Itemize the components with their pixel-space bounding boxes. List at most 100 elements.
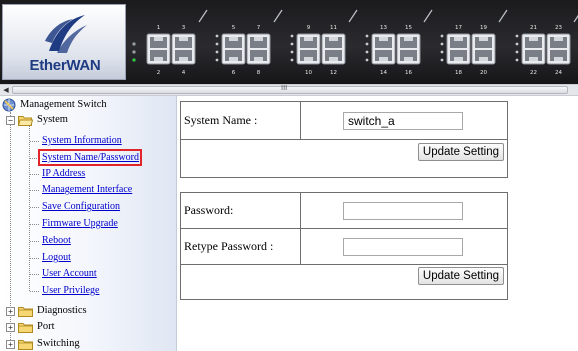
port-number-bottom: 24 [555, 70, 562, 76]
port-latch [229, 57, 238, 61]
horizontal-scrollbar[interactable]: ◀ III [0, 84, 578, 96]
password-button-cell: Update Setting [180, 264, 508, 300]
system-name-button-cell: Update Setting [180, 139, 508, 178]
sidebar-item-link[interactable]: Reboot [42, 235, 71, 246]
brand-suffix: WAN [66, 57, 101, 74]
sidebar-item-ip-address[interactable]: IP Address [42, 166, 85, 182]
port-number-top: 15 [405, 25, 412, 31]
link-led [440, 58, 444, 62]
port-latch [404, 57, 413, 61]
password-input-cell [300, 192, 508, 229]
port-number-top: 23 [555, 25, 562, 31]
switch-globe-icon [2, 98, 16, 112]
link-led [290, 50, 294, 54]
tree-group-label: Diagnostics [37, 305, 87, 316]
system-name-input-cell [300, 101, 508, 140]
port-number-top: 19 [480, 25, 487, 31]
link-led [440, 50, 444, 54]
sidebar-item-firmware-upgrade[interactable]: Firmware Upgrade [42, 216, 118, 232]
port-latch [304, 37, 313, 41]
password-label: Password: [180, 192, 301, 229]
port-latch [254, 37, 263, 41]
sidebar-item-system-information[interactable]: System Information [42, 133, 122, 149]
port-number-top: 1 [157, 25, 161, 31]
tree-group-system-label: System [37, 114, 68, 125]
port-latch [554, 37, 563, 41]
tree-connector [29, 120, 30, 291]
link-led [365, 58, 369, 62]
slash-separator [273, 9, 283, 23]
port-latch [229, 37, 238, 41]
link-led [515, 42, 519, 46]
port-number-top: 3 [182, 25, 186, 31]
retype-password-input[interactable] [343, 237, 463, 256]
sidebar-item-link[interactable]: System Information [42, 135, 122, 146]
folder-open-icon [18, 116, 33, 126]
update-setting-button[interactable]: Update Setting [417, 143, 504, 161]
link-led [215, 42, 219, 46]
port-number-bottom: 8 [257, 70, 261, 76]
tree-connector [30, 190, 39, 191]
sidebar-item-user-account[interactable]: User Account [42, 266, 97, 282]
link-led [365, 50, 369, 54]
link-led [440, 34, 444, 38]
sidebar-item-reboot[interactable]: Reboot [42, 233, 71, 249]
sidebar-item-link[interactable]: Logout [42, 252, 71, 263]
sidebar-item-user-privilege[interactable]: User Privilege [42, 283, 100, 299]
link-led [215, 58, 219, 62]
port-latch [379, 37, 388, 41]
system-name-label: System Name : [180, 101, 301, 140]
tree-connector [30, 207, 39, 208]
sidebar-item-link[interactable]: Save Configuration [42, 201, 120, 212]
tree-connector [30, 241, 39, 242]
update-setting-password-button[interactable]: Update Setting [417, 267, 504, 285]
port-latch [454, 37, 463, 41]
port-number-bottom: 22 [530, 70, 537, 76]
port-number-top: 13 [380, 25, 387, 31]
folder-closed-icon [18, 323, 33, 333]
sidebar-item-link[interactable]: IP Address [42, 168, 85, 179]
slash-separator [348, 9, 358, 23]
sidebar-item-link[interactable]: User Account [42, 268, 97, 279]
expand-diagnostics-icon[interactable]: + [6, 307, 15, 316]
port-number-bottom: 16 [405, 70, 412, 76]
etherwan-logo-icon [45, 15, 87, 53]
status-led [132, 42, 136, 46]
power-led [132, 58, 136, 62]
slash-separator [198, 9, 208, 23]
password-input[interactable] [343, 201, 463, 220]
port-number-bottom: 4 [182, 70, 186, 76]
port-number-bottom: 12 [330, 70, 337, 76]
brand-prefix: Ether [29, 57, 67, 74]
scrollbar-thumb[interactable]: III [12, 84, 568, 94]
password-form: Password: Retype Password : Update Setti… [180, 192, 508, 300]
tree-group-label: Port [37, 321, 55, 332]
sidebar-item-logout[interactable]: Logout [42, 250, 71, 266]
collapse-system-icon[interactable]: − [6, 116, 15, 125]
retype-password-label: Retype Password : [180, 228, 301, 265]
slash-separator [498, 9, 508, 23]
slash-separator [423, 9, 433, 23]
sidebar-item-management-interface[interactable]: Management Interface [42, 182, 132, 198]
expand-port-icon[interactable]: + [6, 323, 15, 332]
sidebar-item-link[interactable]: Firmware Upgrade [42, 218, 118, 229]
port-number-bottom: 18 [455, 70, 462, 76]
tree-connector [30, 141, 39, 142]
expand-switching-icon[interactable]: + [6, 340, 15, 349]
link-led [290, 34, 294, 38]
tree-connector [30, 291, 39, 292]
switch-port-panel: 123456789101112131415161718192021222324 [132, 9, 578, 76]
scroll-left-arrow-icon[interactable]: ◀ [0, 85, 12, 95]
tree-group-label: Switching [37, 338, 80, 349]
port-latch [179, 57, 188, 61]
tree-connector [30, 224, 39, 225]
folder-closed-icon [18, 307, 33, 317]
sidebar-item-link[interactable]: Management Interface [42, 184, 132, 195]
port-number-bottom: 20 [480, 70, 487, 76]
etherwan-logo: EtherWAN [2, 4, 126, 80]
system-name-input[interactable] [343, 111, 463, 130]
sidebar-item-save-configuration[interactable]: Save Configuration [42, 199, 120, 215]
sidebar-item-link[interactable]: User Privilege [42, 285, 100, 296]
tree-connector [30, 274, 39, 275]
brand-name: EtherWAN [3, 57, 127, 74]
